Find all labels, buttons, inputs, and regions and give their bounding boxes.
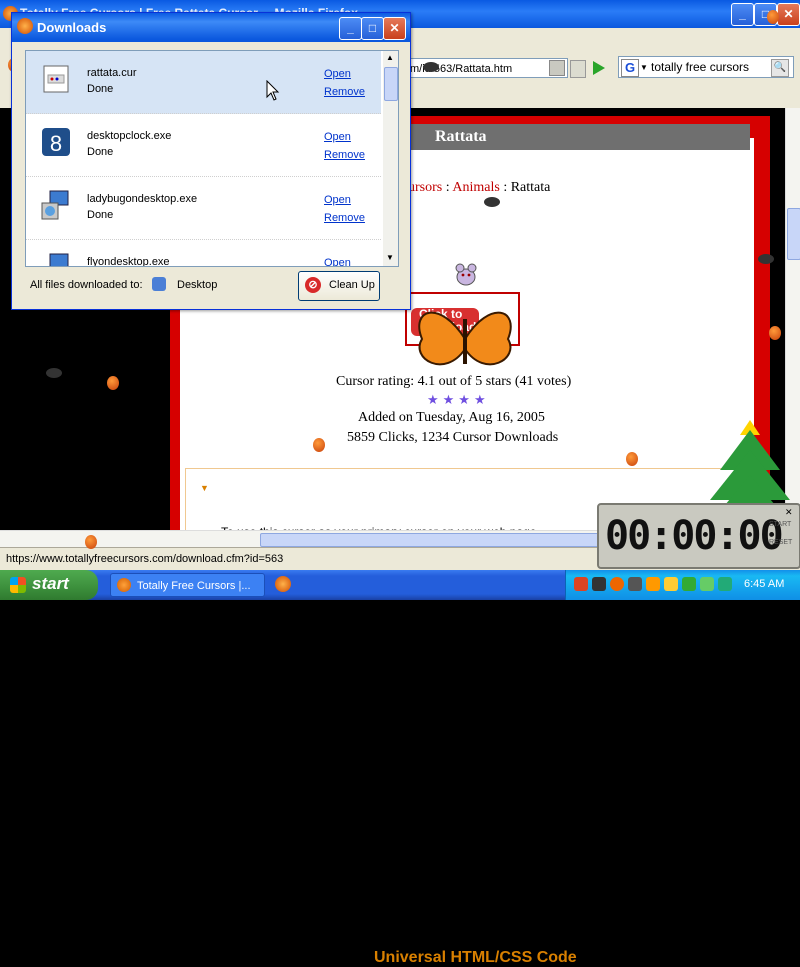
downloads-titlebar[interactable]: Downloads _ □ ✕ bbox=[12, 13, 410, 42]
fly-icon bbox=[423, 62, 439, 72]
download-filename: flyondesktop.exe bbox=[87, 256, 170, 267]
breadcrumb-current: Rattata bbox=[510, 180, 551, 195]
search-bar[interactable]: G ▼ totally free cursors 🔍 bbox=[618, 56, 794, 78]
desktop-icon bbox=[152, 277, 166, 291]
ladybug-icon bbox=[626, 452, 638, 466]
remove-link[interactable]: Remove bbox=[324, 149, 365, 161]
download-item[interactable]: flyondesktop.exe Open bbox=[26, 240, 381, 267]
svg-text:8: 8 bbox=[50, 131, 62, 156]
firefox-icon bbox=[117, 578, 131, 592]
start-label: start bbox=[32, 574, 69, 593]
code-section-title: Universal HTML/CSS Code bbox=[374, 949, 577, 966]
downloads-title: Downloads bbox=[37, 20, 107, 35]
rattata-cursor-preview bbox=[452, 260, 478, 288]
vertical-scroll-thumb[interactable] bbox=[787, 208, 800, 260]
ladybug-icon bbox=[107, 376, 119, 390]
downloads-scroll-thumb[interactable] bbox=[384, 67, 398, 101]
breadcrumb-cursors-link[interactable]: ursors bbox=[408, 180, 442, 195]
clean-up-button[interactable]: ⊘ Clean Up bbox=[298, 271, 380, 301]
site-icon bbox=[549, 60, 565, 76]
downloads-maximize-button[interactable]: □ bbox=[361, 17, 384, 40]
butterfly-tray-icon[interactable] bbox=[646, 577, 660, 591]
download-location-label: All files downloaded to: bbox=[30, 279, 143, 291]
chevron-down-icon[interactable]: ▼ bbox=[640, 63, 648, 72]
added-date: Added on Tuesday, Aug 16, 2005 bbox=[358, 410, 545, 425]
fly-icon bbox=[484, 197, 500, 207]
desktop-clock-widget[interactable]: 00:00:00 START RESET ✕ bbox=[597, 503, 800, 569]
timer-display: 00:00:00 bbox=[605, 513, 784, 559]
taskbar-firefox-item[interactable]: Totally Free Cursors |... bbox=[110, 573, 265, 597]
open-link[interactable]: Open bbox=[324, 68, 351, 80]
search-input[interactable]: totally free cursors bbox=[651, 60, 749, 74]
installer-icon bbox=[41, 190, 69, 220]
rating-stars[interactable]: ★★★★ bbox=[427, 392, 490, 408]
timer-reset-button[interactable]: RESET bbox=[769, 539, 792, 546]
flower-tray-icon[interactable] bbox=[700, 577, 714, 591]
download-status: Done bbox=[87, 146, 114, 158]
go-arrow-icon[interactable] bbox=[588, 58, 608, 78]
scroll-up-arrow-icon[interactable]: ▲ bbox=[386, 53, 394, 62]
taskbar-item-label: Totally Free Cursors |... bbox=[137, 580, 251, 592]
download-item[interactable]: 8 desktopclock.exe Done Open Remove bbox=[26, 114, 381, 177]
feed-icon[interactable] bbox=[570, 60, 586, 78]
firefox-quicklaunch-icon[interactable] bbox=[275, 576, 291, 592]
download-location[interactable]: Desktop bbox=[177, 279, 217, 291]
expand-triangle-icon[interactable]: ▼ bbox=[200, 483, 209, 493]
download-status: Done bbox=[87, 209, 114, 221]
downloads-list: rattata.cur Done Open Remove 8 desktopcl… bbox=[25, 50, 399, 267]
tree-tray-icon[interactable] bbox=[718, 577, 732, 591]
horizontal-scroll-thumb[interactable] bbox=[260, 533, 642, 547]
remove-link[interactable]: Remove bbox=[324, 86, 365, 98]
ladybug-icon bbox=[767, 10, 779, 24]
scroll-down-arrow-icon[interactable]: ▼ bbox=[386, 253, 394, 262]
cat-tray-icon[interactable] bbox=[592, 577, 606, 591]
start-button[interactable]: start bbox=[0, 570, 98, 600]
fly-icon bbox=[46, 368, 62, 378]
firefox-icon bbox=[17, 18, 33, 34]
download-filename: ladybugondesktop.exe bbox=[87, 193, 198, 205]
cursor-file-icon bbox=[43, 65, 69, 93]
google-icon[interactable]: G bbox=[621, 59, 639, 77]
clock-app-icon: 8 bbox=[42, 128, 70, 156]
download-count: 5859 Clicks, 1234 Cursor Downloads bbox=[347, 430, 559, 445]
search-icon[interactable]: 🔍 bbox=[771, 59, 789, 77]
download-status: Done bbox=[87, 83, 114, 95]
ladybug-icon bbox=[313, 438, 325, 452]
fly-tray-icon[interactable] bbox=[628, 577, 642, 591]
leaf-tray-icon[interactable] bbox=[682, 577, 696, 591]
fly-icon bbox=[758, 254, 774, 264]
clock-tray-icon[interactable] bbox=[610, 577, 624, 591]
download-filename: desktopclock.exe bbox=[87, 130, 172, 142]
download-filename: rattata.cur bbox=[87, 67, 137, 79]
breadcrumb-animals-link[interactable]: Animals bbox=[452, 180, 499, 195]
ladybug-tray-icon[interactable] bbox=[574, 577, 588, 591]
installer-icon bbox=[49, 253, 69, 266]
download-item[interactable]: ladybugondesktop.exe Done Open Remove bbox=[26, 177, 381, 240]
timer-start-button[interactable]: START bbox=[769, 521, 791, 528]
windows-logo-icon bbox=[10, 577, 26, 593]
downloads-minimize-button[interactable]: _ bbox=[339, 17, 362, 40]
open-link[interactable]: Open bbox=[324, 257, 351, 266]
mouse-pointer-icon bbox=[266, 80, 280, 101]
clean-up-label: Clean Up bbox=[329, 279, 375, 291]
open-link[interactable]: Open bbox=[324, 194, 351, 206]
downloads-window: Downloads _ □ ✕ rattata.cur Done Open Re… bbox=[11, 12, 411, 310]
folder-tray-icon[interactable] bbox=[664, 577, 678, 591]
system-tray: 6:45 AM bbox=[565, 570, 800, 600]
downloads-close-button[interactable]: ✕ bbox=[383, 17, 406, 40]
open-link[interactable]: Open bbox=[324, 131, 351, 143]
remove-link[interactable]: Remove bbox=[324, 212, 365, 224]
timer-close-icon[interactable]: ✕ bbox=[785, 507, 793, 518]
minimize-button[interactable]: _ bbox=[731, 3, 754, 26]
butterfly-icon bbox=[418, 311, 512, 366]
close-button[interactable]: ✕ bbox=[777, 3, 800, 26]
downloads-scrollbar[interactable]: ▲ ▼ bbox=[383, 51, 398, 266]
ladybug-icon bbox=[769, 326, 781, 340]
breadcrumb: ursors : Animals : Rattata bbox=[408, 180, 551, 195]
page-title: Rattata bbox=[410, 124, 750, 150]
taskbar-clock[interactable]: 6:45 AM bbox=[744, 578, 784, 590]
download-item[interactable]: rattata.cur Done Open Remove bbox=[26, 51, 381, 114]
ladybug-icon bbox=[85, 535, 97, 549]
clean-up-icon: ⊘ bbox=[305, 277, 321, 293]
